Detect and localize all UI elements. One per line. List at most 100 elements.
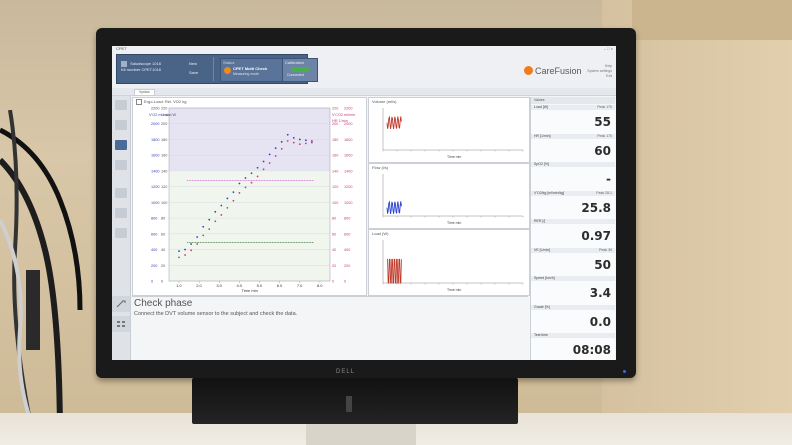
y-tick-label: 2000 — [151, 122, 159, 126]
data-point — [232, 191, 235, 194]
y-tick-label: 2200 — [151, 107, 159, 111]
y-tick-label: 1000 — [344, 201, 352, 205]
calibration-ok-icon — [291, 67, 309, 72]
status-title: Status — [223, 60, 235, 65]
metric-label: Load [W] — [534, 105, 549, 109]
sidebar-grid-button[interactable] — [112, 316, 130, 332]
data-point — [250, 181, 253, 184]
calibration-title: Calibration — [285, 60, 305, 65]
data-point — [190, 243, 193, 245]
data-point — [268, 153, 271, 156]
logo-mark-icon — [524, 66, 533, 75]
y-tick-label: 1000 — [151, 201, 159, 205]
screen: CPET – □ × Saludscope 1016 Kit number CP… — [112, 46, 616, 360]
mini-chart-volume-plot: Time min — [382, 108, 524, 159]
data-point — [274, 155, 277, 157]
check-phase-panel: Check phase Connect the DVT volume senso… — [132, 296, 528, 360]
metric-value: 25.8 — [581, 200, 611, 215]
tab-vyntus[interactable]: Vyntus — [134, 89, 155, 96]
data-point — [256, 175, 259, 178]
metric-label: V'O2/kg [ml/min/kg] — [534, 190, 565, 195]
header-links: Help System settings Exit — [587, 64, 612, 79]
y-tick-label: 160 — [161, 154, 167, 158]
data-point — [292, 141, 295, 144]
y-tick-label: 0 — [161, 280, 163, 284]
y-tick-label: 200 — [344, 264, 350, 268]
sidebar-button-1[interactable] — [115, 100, 127, 110]
y-tick-label: 600 — [344, 232, 350, 236]
y-tick-label: 100 — [332, 201, 338, 205]
data-point — [214, 210, 217, 213]
data-point — [238, 192, 241, 194]
save-button[interactable]: Save — [189, 70, 198, 75]
mini-waveform — [386, 115, 402, 130]
subject-name: Saludscope 1016 — [130, 61, 162, 67]
data-point — [292, 136, 295, 139]
y-tick-label: 1600 — [344, 154, 352, 158]
sidebar-button-4[interactable] — [115, 160, 127, 170]
calibration-panel[interactable]: Calibration Connected — [282, 58, 318, 82]
data-point — [286, 133, 289, 136]
subject-info[interactable]: Saludscope 1016 Kit number CPET1016 — [121, 61, 191, 72]
metric-value: 60 — [594, 143, 611, 158]
sidebar-tool-button[interactable] — [112, 296, 130, 312]
data-point — [244, 186, 247, 189]
sidebar-button-2[interactable] — [115, 120, 127, 130]
y-tick-label: 220 — [161, 107, 167, 111]
metric-peak: Peak 28.1 — [596, 190, 612, 195]
toolbar-divider — [213, 57, 214, 81]
data-point — [232, 199, 235, 202]
y-tick-label: 800 — [344, 217, 350, 221]
y-tick-label: 40 — [161, 248, 165, 252]
sidebar-button-7[interactable] — [115, 228, 127, 238]
y-tick-label: 120 — [332, 185, 338, 189]
y-tick-label: 2200 — [344, 107, 352, 111]
metric-value: 55 — [594, 115, 611, 129]
data-point — [310, 140, 313, 142]
x-tick-label: 2.0 — [196, 283, 202, 288]
y-tick-label: 40 — [332, 248, 336, 252]
window-controls[interactable]: – □ × — [604, 46, 613, 51]
data-point — [280, 147, 283, 150]
new-button[interactable]: New — [189, 61, 197, 66]
data-point — [202, 225, 205, 228]
values-panel: Values Load [W] Peak 170 55 HR [1/min] Peak … — [530, 97, 615, 360]
speaker-bar — [192, 378, 518, 424]
metric-label: HR [1/min] — [534, 133, 551, 138]
y-tick-label: 180 — [332, 138, 338, 142]
calibration-sub: Connected — [287, 73, 304, 77]
wrench-icon — [116, 300, 126, 308]
mini-x-label: Time min — [447, 221, 461, 225]
mini-chart-load-plot: Time min — [382, 240, 524, 292]
exit-link[interactable]: Exit — [587, 74, 612, 79]
y-tick-label: 140 — [332, 169, 338, 173]
mini-waveform — [387, 258, 402, 284]
axis-label-left: Load W — [163, 113, 177, 117]
metric-label: Test time — [534, 333, 549, 337]
data-point — [262, 160, 265, 163]
check-phase-title: Check phase — [134, 298, 193, 309]
metric-label: Grade [%] — [534, 304, 550, 309]
x-axis-label: Time min — [242, 288, 258, 293]
stand-base — [306, 424, 416, 445]
sidebar-button-5[interactable] — [115, 188, 127, 198]
y-tick-label: 1800 — [344, 138, 352, 142]
metric-1: HR [1/min] Peak 170 60 — [531, 133, 615, 164]
metric-label: SpO2 [%] — [534, 162, 549, 166]
metric-value: 0.97 — [581, 229, 611, 243]
sidebar-button-6[interactable] — [115, 208, 127, 218]
metric-value: 0.0 — [589, 314, 611, 329]
x-tick-label: 7.0 — [297, 283, 303, 288]
metric-3: V'O2/kg [ml/min/kg] Peak 28.1 25.8 — [531, 190, 615, 221]
metric-label: Speed [km/h] — [534, 276, 555, 280]
y-tick-label: 1400 — [151, 169, 159, 173]
metric-peak: Peak 170 — [597, 133, 612, 138]
status-main: CPET Multi Check — [233, 66, 268, 71]
sidebar-button-3[interactable] — [115, 140, 127, 150]
app-header: CPET – □ × Saludscope 1016 Kit number CP… — [112, 46, 616, 89]
main-chart: 0 0 0 0 200 20 20 200 400 40 40 400 600 60 60 600 800 80 8… — [149, 107, 355, 294]
y-tick-label: 100 — [161, 201, 167, 205]
metric-2: SpO2 [%] - — [531, 162, 615, 192]
y-tick-label: 220 — [332, 107, 338, 111]
metric-label: RER [/] — [534, 219, 546, 223]
